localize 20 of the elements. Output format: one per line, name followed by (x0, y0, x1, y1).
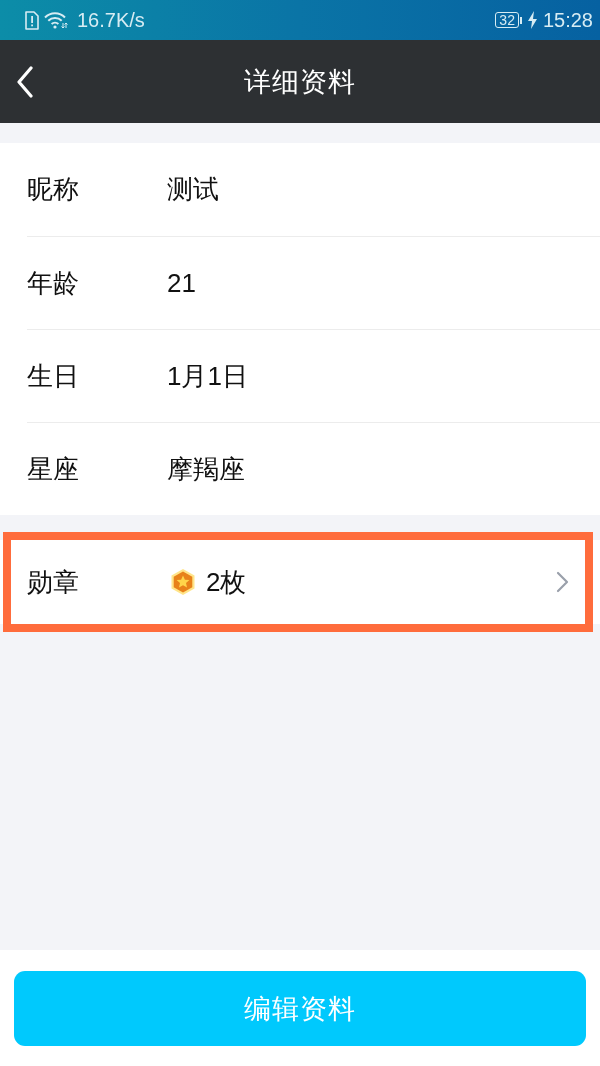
battery-indicator: 32 (495, 12, 522, 28)
field-label: 生日 (27, 359, 80, 393)
network-speed: 16.7K/s (77, 8, 145, 32)
field-value: 摩羯座 (167, 452, 245, 486)
field-label: 昵称 (27, 173, 80, 206)
field-label: 勋章 (27, 565, 80, 599)
field-value: 2枚 (206, 565, 248, 599)
badge-list-row[interactable]: 勋章 2枚 (0, 540, 600, 624)
field-label: 星座 (27, 452, 80, 486)
wifi-icon (44, 11, 68, 29)
back-chevron-icon (16, 66, 34, 98)
chevron-right-icon (556, 571, 570, 593)
field-label: 年龄 (27, 266, 80, 300)
field-value: 1月1日 (167, 359, 248, 393)
field-value: 21 (167, 267, 196, 299)
star-medal-icon (169, 568, 197, 596)
clock-time: 15:28 (542, 8, 593, 32)
field-value: 测试 (167, 173, 219, 206)
page-title: 详细资料 (244, 65, 356, 99)
sim-alert-icon (25, 10, 39, 30)
